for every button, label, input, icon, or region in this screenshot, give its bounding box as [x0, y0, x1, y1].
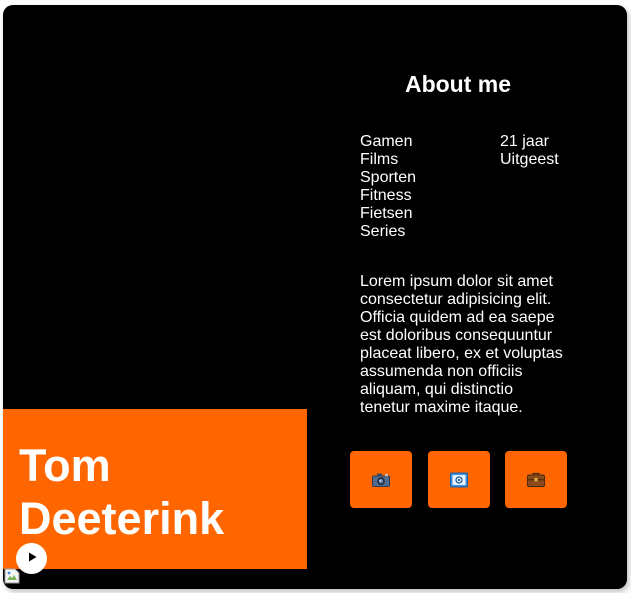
hobby-item: Series [360, 223, 406, 240]
hobby-item: Sporten [360, 169, 417, 186]
briefcase-icon [527, 472, 545, 487]
profile-card: About me Gamen Films Sporten Fitness Fie… [3, 5, 627, 589]
hobby-item: Fitness [360, 187, 412, 204]
profile-name: Tom Deeterink [19, 439, 224, 545]
email-button[interactable] [428, 451, 490, 508]
broken-image-icon [4, 568, 20, 584]
camera-icon [372, 473, 390, 487]
about-title: About me [404, 71, 512, 97]
first-name: Tom [19, 440, 111, 491]
last-name: Deeterink [19, 493, 225, 544]
camera-button[interactable] [350, 451, 412, 508]
play-icon [26, 550, 38, 568]
bio-text: Lorem ipsum dolor sit amet consectetur a… [360, 273, 563, 416]
hobby-item: Films [360, 151, 399, 168]
play-button[interactable] [16, 543, 47, 574]
envelope-icon [450, 472, 468, 488]
info-list: 21 jaar Uitgeest [500, 133, 559, 169]
hobby-item: Gamen [360, 133, 413, 150]
hobby-item: Fietsen [360, 205, 413, 222]
portfolio-button[interactable] [505, 451, 567, 508]
age-text: 21 jaar [500, 133, 549, 150]
location-text: Uitgeest [500, 151, 559, 168]
hobbies-list: Gamen Films Sporten Fitness Fietsen Seri… [360, 133, 416, 241]
name-banner: Tom Deeterink [3, 409, 307, 569]
